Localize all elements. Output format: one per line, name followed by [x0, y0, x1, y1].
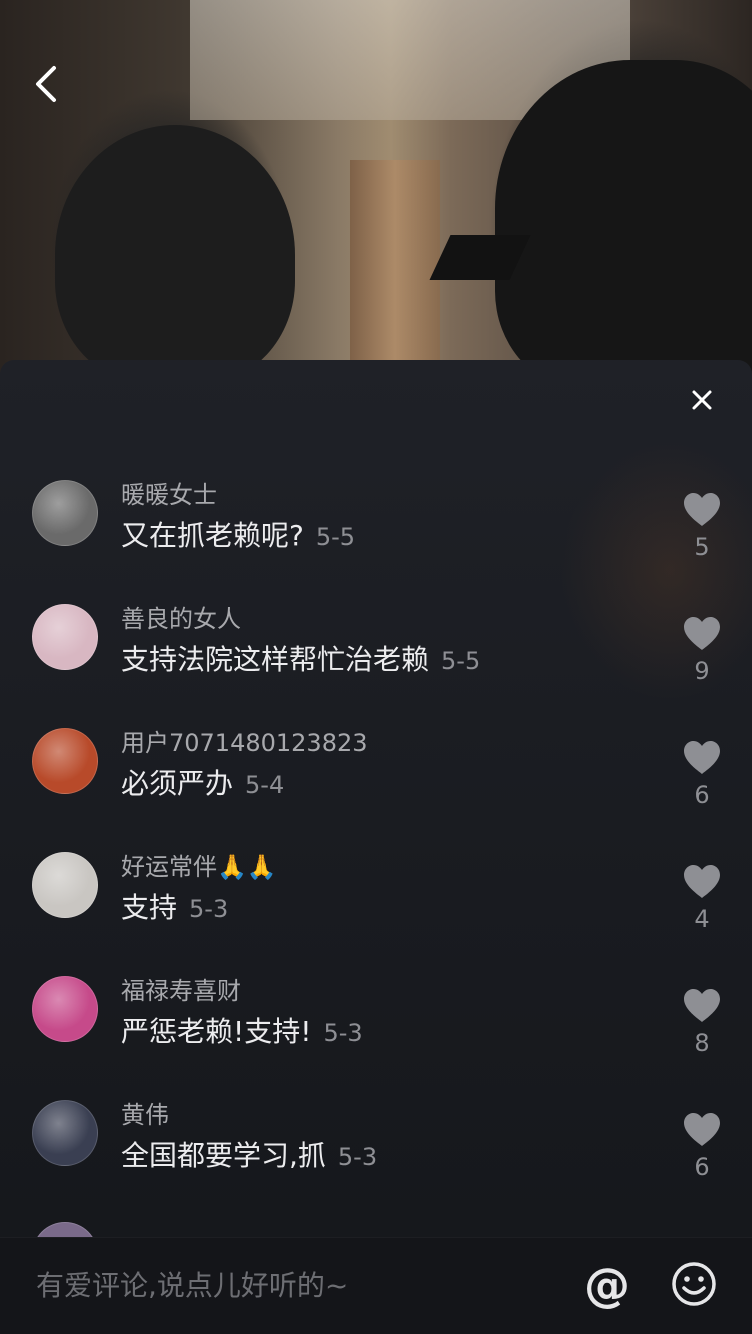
comment-body: 支持法院这样帮忙治老赖 5-5	[121, 642, 480, 679]
comment-date: 5-3	[337, 1143, 378, 1171]
heart-icon	[684, 1113, 720, 1146]
comment-date: 5-3	[323, 1019, 363, 1047]
heart-icon	[684, 741, 720, 774]
like-count: 5	[694, 533, 710, 561]
comment-input[interactable]: 有爱评论,说点儿好听的~	[36, 1268, 348, 1304]
list-item[interactable]: 黄伟全国都要学习,抓 5-3 6	[0, 1100, 752, 1200]
comment-text: 必须严办	[121, 767, 234, 800]
list-item[interactable]: 用户7071480123823 必须严办 5-4 6	[0, 728, 752, 828]
heart-icon	[684, 989, 720, 1022]
avatar[interactable]	[32, 480, 98, 546]
like-count: 8	[694, 1029, 710, 1057]
avatar[interactable]	[32, 604, 98, 670]
like-count: 6	[694, 781, 710, 809]
comment-date: 5-3	[189, 895, 229, 923]
close-icon	[692, 390, 712, 410]
heart-icon	[684, 493, 720, 526]
smiley-icon	[672, 1262, 716, 1306]
like-count: 6	[694, 1153, 710, 1181]
comment-body: 全国都要学习,抓 5-3	[121, 1138, 377, 1175]
heart-icon	[684, 617, 720, 650]
comment-username[interactable]: 好运常伴🙏🙏	[121, 852, 277, 882]
avatar[interactable]	[32, 1100, 98, 1166]
list-item[interactable]: 福禄寿喜财严惩老赖!支持! 5-3 8	[0, 976, 752, 1076]
comment-panel: 暖暖女士又在抓老赖呢? 5-5 5 善良的女人支持法院这样帮忙治老赖 5-5 9 用户707…	[0, 360, 752, 1334]
like-button[interactable]: 6	[680, 1112, 724, 1182]
like-button[interactable]: 9	[680, 616, 724, 686]
comment-date: 5-5	[315, 523, 356, 551]
comment-text: 支持法院这样帮忙治老赖	[121, 643, 430, 676]
like-button[interactable]: 4	[680, 864, 724, 934]
comment-text: 支持	[121, 891, 178, 924]
avatar[interactable]	[32, 852, 98, 918]
comment-input-bar: 有爱评论,说点儿好听的~ @	[0, 1237, 752, 1334]
close-button[interactable]	[684, 382, 720, 418]
comment-username[interactable]: 黄伟	[121, 1100, 169, 1130]
like-count: 9	[694, 657, 710, 685]
comment-body: 必须严办 5-4	[121, 766, 284, 803]
like-button[interactable]: 8	[680, 988, 724, 1058]
video-person-left	[55, 125, 295, 385]
comment-text: 又在抓老赖呢?	[121, 519, 304, 552]
list-item[interactable]: 好运常伴🙏🙏 支持 5-3 4	[0, 852, 752, 952]
comment-body: 支持 5-3	[121, 890, 228, 927]
comment-body: 严惩老赖!支持! 5-3	[121, 1014, 363, 1051]
comment-date: 5-5	[441, 647, 481, 675]
comment-body: 又在抓老赖呢? 5-5	[121, 518, 355, 555]
video-door	[350, 160, 440, 360]
heart-icon	[684, 865, 720, 898]
avatar[interactable]	[32, 976, 98, 1042]
like-button[interactable]: 6	[680, 740, 724, 810]
list-item[interactable]: 善良的女人支持法院这样帮忙治老赖 5-5 9	[0, 604, 752, 704]
like-count: 4	[694, 905, 710, 933]
comment-username[interactable]: 福禄寿喜财	[121, 976, 241, 1006]
back-button[interactable]	[30, 60, 64, 108]
list-item[interactable]: 暖暖女士又在抓老赖呢? 5-5 5	[0, 480, 752, 580]
comment-username[interactable]: 善良的女人	[121, 604, 241, 634]
chevron-left-icon	[36, 66, 56, 102]
avatar[interactable]	[32, 728, 98, 794]
comment-text: 全国都要学习,抓	[121, 1139, 326, 1172]
comment-date: 5-4	[245, 771, 285, 799]
comment-text: 严惩老赖!支持!	[121, 1015, 312, 1048]
like-button[interactable]: 5	[680, 492, 724, 562]
comment-username[interactable]: 暖暖女士	[121, 480, 217, 510]
video-person-right	[495, 60, 752, 390]
screen: 暖暖女士又在抓老赖呢? 5-5 5 善良的女人支持法院这样帮忙治老赖 5-5 9 用户707…	[0, 0, 752, 1334]
emoji-button[interactable]	[670, 1260, 718, 1308]
comment-username[interactable]: 用户7071480123823	[121, 728, 368, 758]
video-background[interactable]	[0, 0, 752, 390]
mention-button[interactable]: @	[582, 1260, 632, 1310]
